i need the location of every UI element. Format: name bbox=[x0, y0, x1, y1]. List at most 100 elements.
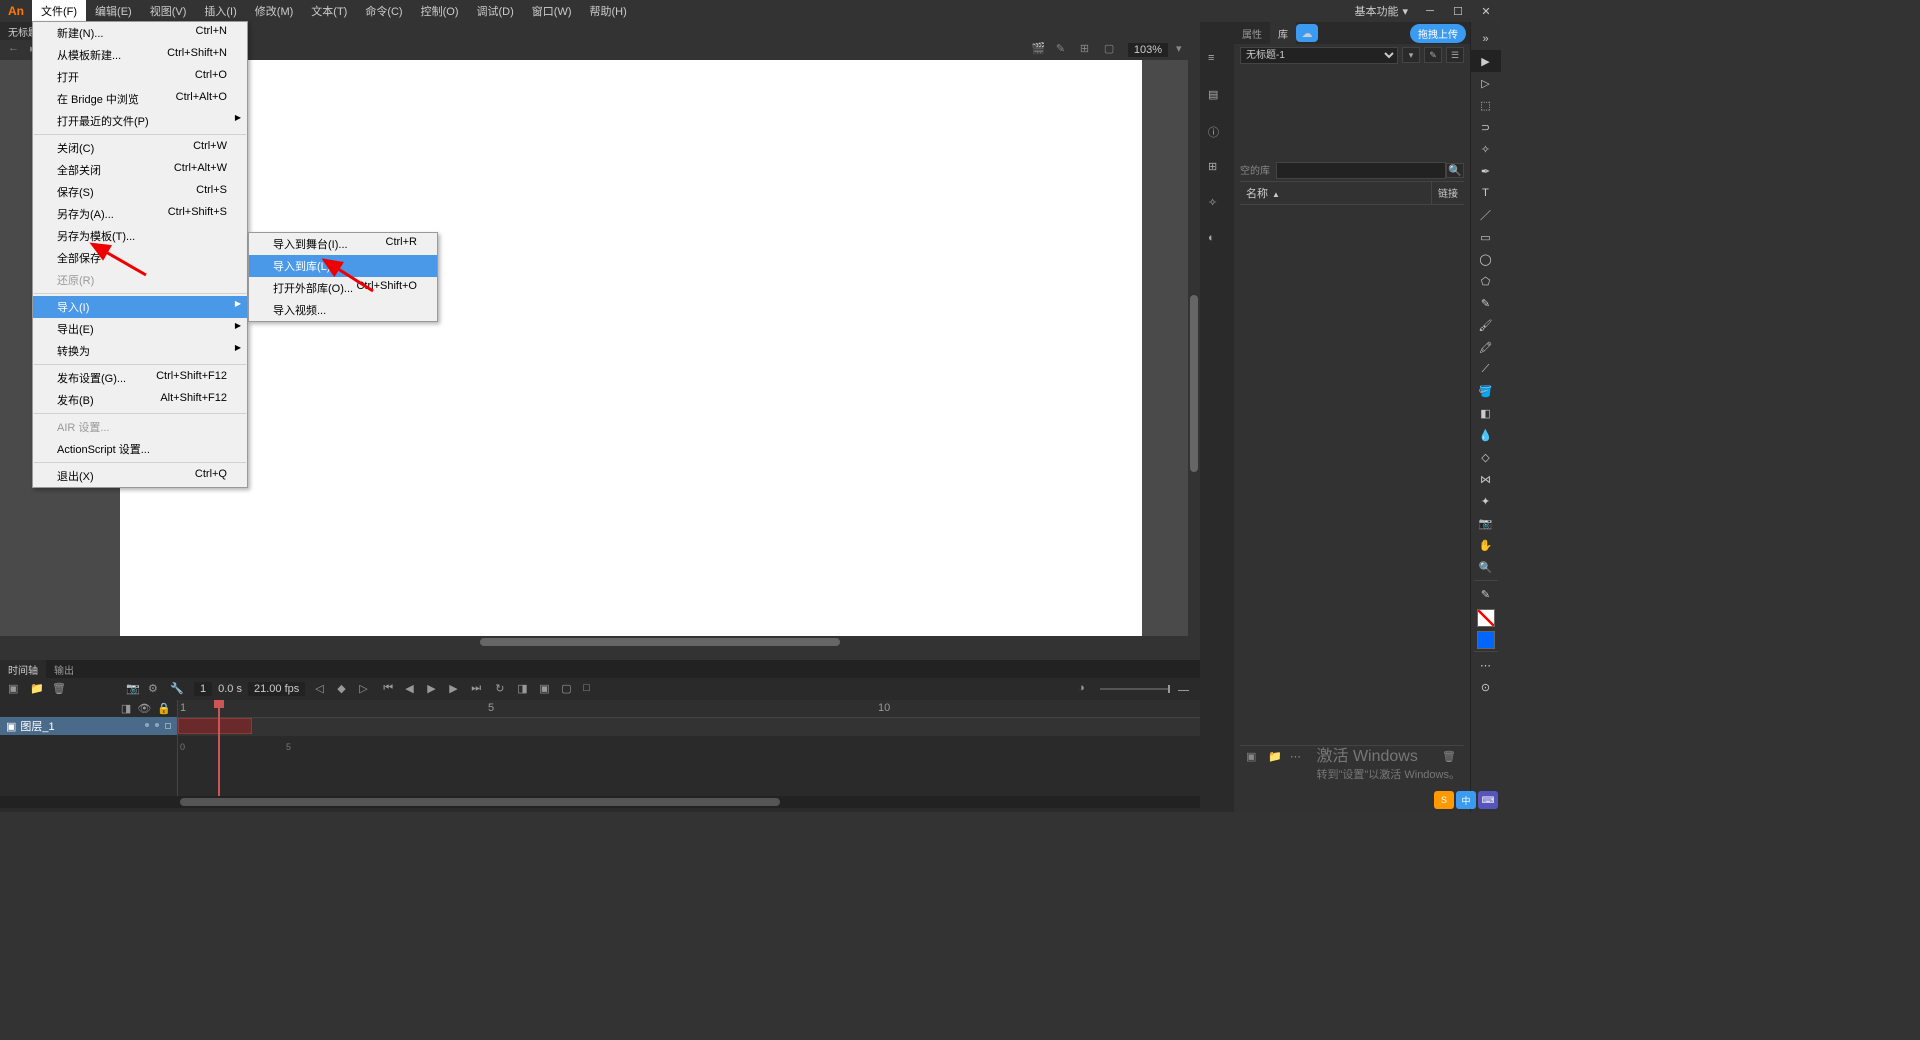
timeline-track[interactable] bbox=[178, 718, 1200, 736]
import-submenu-item[interactable]: 导入到舞台(I)...Ctrl+R bbox=[249, 233, 437, 255]
file-menu-item[interactable]: 另存为(A)...Ctrl+Shift+S bbox=[33, 203, 247, 225]
file-menu-item[interactable]: 新建(N)...Ctrl+N bbox=[33, 22, 247, 44]
file-menu-item[interactable]: 打开最近的文件(P)▶ bbox=[33, 110, 247, 132]
oval-tool-icon[interactable]: ◯ bbox=[1471, 248, 1501, 270]
close-window-button[interactable]: ✕ bbox=[1472, 0, 1500, 22]
library-doc-select[interactable]: 无标题-1 bbox=[1240, 47, 1398, 64]
file-menu-item[interactable]: 导入(I)▶ bbox=[33, 296, 247, 318]
visibility-icon[interactable]: 👁 bbox=[137, 702, 151, 715]
pin-icon[interactable]: ▾ bbox=[1402, 47, 1420, 63]
text-tool-icon[interactable]: T bbox=[1471, 182, 1501, 204]
clip-icon[interactable]: ▢ bbox=[1104, 42, 1120, 58]
keyframe-span[interactable] bbox=[178, 718, 252, 734]
keyframe-marker-icon[interactable]: ◆ bbox=[337, 682, 351, 696]
layer-row[interactable]: ▣ 图层_1 bbox=[0, 717, 177, 735]
delete-icon[interactable]: 🗑 bbox=[1442, 750, 1458, 764]
snap-to-object-icon[interactable]: ⊙ bbox=[1471, 676, 1501, 698]
output-tab[interactable]: 输出 bbox=[46, 660, 82, 678]
camera-layer-icon[interactable]: 📷 bbox=[126, 682, 140, 696]
file-menu-item[interactable]: 发布设置(G)...Ctrl+Shift+F12 bbox=[33, 367, 247, 389]
step-forward-icon[interactable]: ▶ bbox=[449, 682, 463, 696]
timeline-frames[interactable]: 1 5 10 5 0 bbox=[178, 700, 1200, 796]
prev-keyframe-icon[interactable]: ◁ bbox=[315, 682, 329, 696]
transform-icon[interactable]: ⊞ bbox=[1208, 160, 1226, 178]
magic-wand-tool-icon[interactable]: ✧ bbox=[1471, 138, 1501, 160]
paint-brush-tool-icon[interactable]: 🖍 bbox=[1471, 336, 1501, 358]
stroke-color-icon[interactable]: ✎ bbox=[1471, 583, 1501, 605]
layer-depth-icon[interactable]: ⚙ bbox=[148, 682, 162, 696]
camera-tool-icon[interactable]: 📷 bbox=[1471, 512, 1501, 534]
frame-rate[interactable]: 21.00 fps bbox=[248, 682, 305, 696]
back-icon[interactable]: ← bbox=[8, 42, 24, 58]
current-frame[interactable]: 1 bbox=[194, 682, 212, 696]
file-menu-item[interactable]: 退出(X)Ctrl+Q bbox=[33, 465, 247, 487]
asset-warp-tool-icon[interactable]: ✦ bbox=[1471, 490, 1501, 512]
minimize-button[interactable]: ─ bbox=[1416, 0, 1444, 22]
subselection-tool-icon[interactable]: ▷ bbox=[1471, 72, 1501, 94]
timeline-tab[interactable]: 时间轴 bbox=[0, 660, 46, 678]
menu-6[interactable]: 命令(C) bbox=[356, 0, 411, 23]
menu-9[interactable]: 窗口(W) bbox=[523, 0, 581, 23]
add-layer-icon[interactable]: ▣ bbox=[8, 682, 22, 696]
zoom-level[interactable]: 103% bbox=[1128, 43, 1168, 57]
file-menu-item[interactable]: 转换为▶ bbox=[33, 340, 247, 362]
file-menu-item[interactable]: ActionScript 设置... bbox=[33, 438, 247, 460]
align-icon[interactable]: ≡ bbox=[1208, 52, 1226, 70]
eraser-tool-icon[interactable]: ◇ bbox=[1471, 446, 1501, 468]
timeline-resize-icon[interactable]: ⎼ bbox=[1178, 682, 1192, 696]
new-symbol-icon[interactable]: ▣ bbox=[1246, 750, 1262, 764]
bone-tool-icon[interactable]: ⟋ bbox=[1471, 358, 1501, 380]
library-tab[interactable]: 库 bbox=[1270, 22, 1296, 45]
menu-10[interactable]: 帮助(H) bbox=[581, 0, 636, 23]
timeline-zoom-slider[interactable] bbox=[1100, 688, 1170, 690]
next-keyframe-icon[interactable]: ▷ bbox=[359, 682, 373, 696]
file-menu-item[interactable]: 发布(B)Alt+Shift+F12 bbox=[33, 389, 247, 411]
menu-5[interactable]: 文本(T) bbox=[302, 0, 356, 23]
properties-icon[interactable]: ⋯ bbox=[1290, 750, 1306, 764]
hand-tool-icon[interactable]: ✋ bbox=[1471, 534, 1501, 556]
selection-tool-icon[interactable]: ▶ bbox=[1471, 50, 1501, 72]
layer-name[interactable]: 图层_1 bbox=[20, 718, 54, 734]
ink-bottle-tool-icon[interactable]: ◧ bbox=[1471, 402, 1501, 424]
menu-8[interactable]: 调试(D) bbox=[468, 0, 523, 23]
file-menu-item[interactable]: 导出(E)▶ bbox=[33, 318, 247, 340]
new-library-icon[interactable]: ✎ bbox=[1424, 47, 1442, 63]
file-menu-item[interactable]: 从模板新建...Ctrl+Shift+N bbox=[33, 44, 247, 66]
file-menu-item[interactable]: 关闭(C)Ctrl+W bbox=[33, 137, 247, 159]
polystar-tool-icon[interactable]: ⬠ bbox=[1471, 270, 1501, 292]
upload-button[interactable]: 拖拽上传 bbox=[1410, 24, 1466, 43]
file-menu-item[interactable]: 在 Bridge 中浏览Ctrl+Alt+O bbox=[33, 88, 247, 110]
menu-4[interactable]: 修改(M) bbox=[246, 0, 303, 23]
chevron-down-icon[interactable]: ▾ bbox=[1176, 42, 1192, 58]
onion-outline-icon[interactable]: ◑ bbox=[1078, 682, 1092, 696]
lock-icon[interactable]: 🔒 bbox=[157, 702, 171, 715]
insert-keyframe-icon[interactable]: ▣ bbox=[539, 682, 553, 696]
expand-icon[interactable]: » bbox=[1471, 28, 1501, 50]
info-icon[interactable]: ⓘ bbox=[1208, 124, 1226, 142]
horizontal-scrollbar[interactable] bbox=[0, 636, 1200, 648]
search-icon[interactable]: 🔍 bbox=[1446, 163, 1464, 178]
line-tool-icon[interactable]: ／ bbox=[1471, 204, 1501, 226]
workspace-switcher[interactable]: 基本功能▾ bbox=[1346, 0, 1416, 23]
pencil-tool-icon[interactable]: ✎ bbox=[1471, 292, 1501, 314]
file-menu-item[interactable]: 打开Ctrl+O bbox=[33, 66, 247, 88]
library-col-name[interactable]: 名称▲ bbox=[1240, 182, 1432, 204]
edit-scene-icon[interactable]: ✎ bbox=[1056, 42, 1072, 58]
canvas[interactable] bbox=[120, 60, 1142, 638]
zoom-tool-icon[interactable]: 🔍 bbox=[1471, 556, 1501, 578]
delete-layer-icon[interactable]: 🗑 bbox=[52, 682, 66, 696]
fit-icon[interactable]: ⊞ bbox=[1080, 42, 1096, 58]
eyedropper-tool-icon[interactable]: 💧 bbox=[1471, 424, 1501, 446]
menu-7[interactable]: 控制(O) bbox=[412, 0, 468, 23]
paint-bucket-tool-icon[interactable]: 🪣 bbox=[1471, 380, 1501, 402]
library-search-input[interactable] bbox=[1276, 162, 1446, 179]
library-col-link[interactable]: 链接 bbox=[1432, 182, 1464, 204]
wrench-icon[interactable]: 🔧 bbox=[170, 682, 184, 696]
fill-color-swatch[interactable] bbox=[1477, 631, 1495, 649]
width-tool-icon[interactable]: ⋈ bbox=[1471, 468, 1501, 490]
go-last-frame-icon[interactable]: ⏭ bbox=[471, 682, 485, 696]
file-menu-item[interactable]: 保存(S)Ctrl+S bbox=[33, 181, 247, 203]
go-first-frame-icon[interactable]: ⏮ bbox=[383, 682, 397, 696]
timeline-ruler[interactable]: 1 5 10 bbox=[178, 700, 1200, 718]
cc-libraries-icon[interactable]: ◐ bbox=[1208, 232, 1226, 250]
